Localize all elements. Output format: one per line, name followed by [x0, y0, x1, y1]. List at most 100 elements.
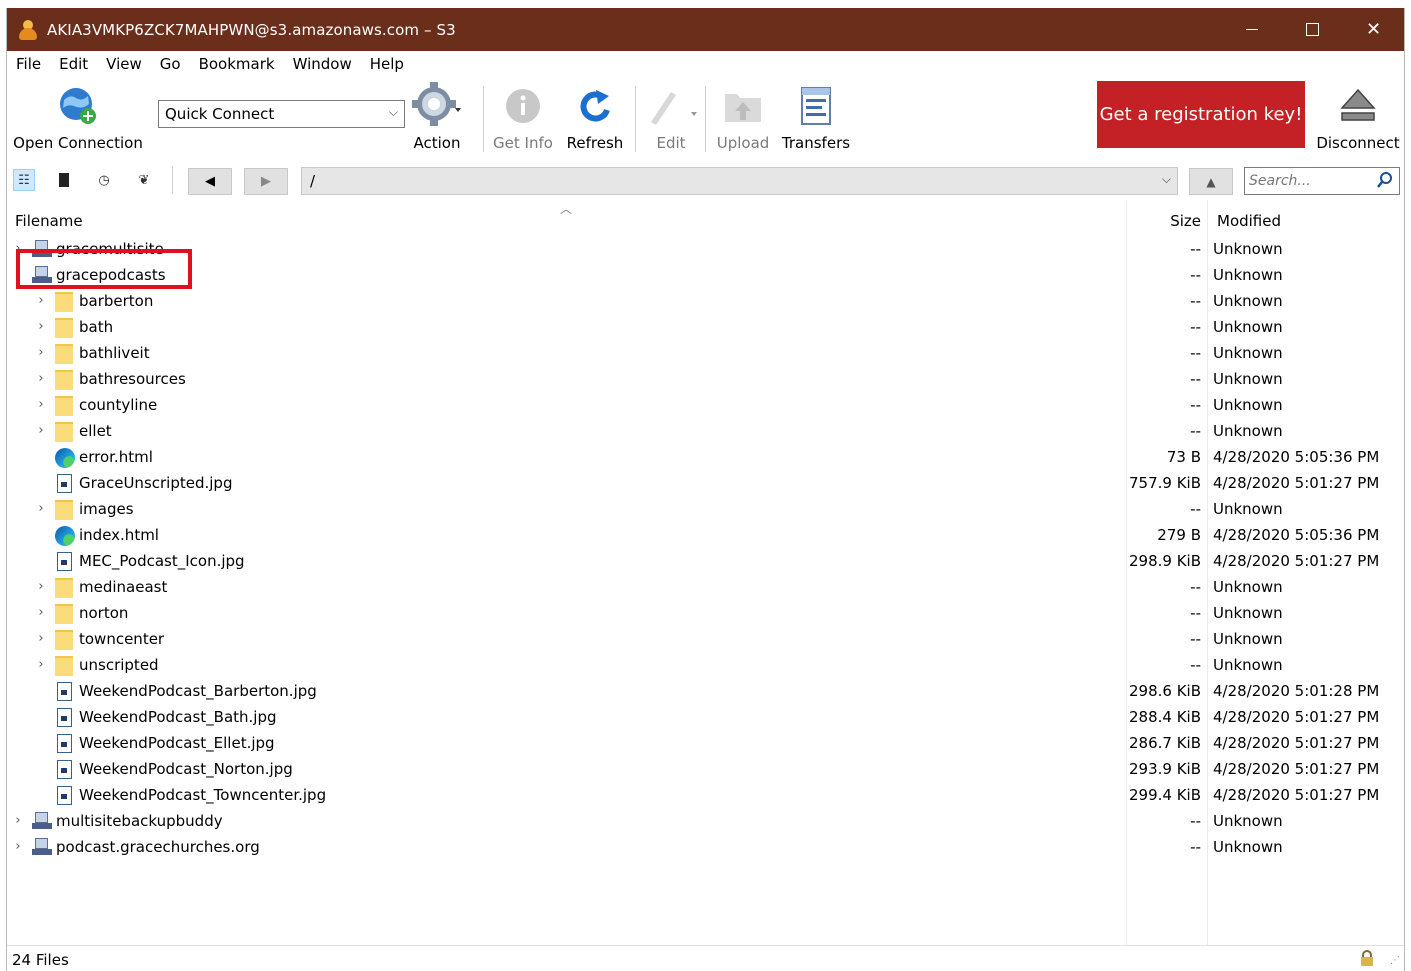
file-row[interactable]: › images -- Unknown	[7, 497, 1404, 523]
resize-grip-icon[interactable]: ⋰	[1390, 955, 1400, 966]
file-name: multisitebackupbuddy	[56, 812, 223, 830]
maximize-button[interactable]	[1282, 8, 1343, 51]
file-row[interactable]: WeekendPodcast_Towncenter.jpg 299.4 KiB 4/…	[7, 783, 1404, 809]
file-name: WeekendPodcast_Towncenter.jpg	[79, 786, 327, 804]
file-row[interactable]: › gracemultisite -- Unknown	[7, 237, 1404, 263]
file-size: 73 B	[1166, 448, 1201, 466]
menu-edit[interactable]: Edit	[50, 55, 97, 73]
folder-icon	[55, 500, 75, 520]
column-filename[interactable]: Filename	[15, 212, 83, 230]
file-name: podcast.gracechurches.org	[56, 838, 260, 856]
file-size: 288.4 KiB	[1128, 708, 1201, 726]
file-row[interactable]: › barberton -- Unknown	[7, 289, 1404, 315]
expand-chevron-icon[interactable]: ›	[12, 839, 24, 854]
bucket-icon	[32, 812, 52, 832]
action-button[interactable]: Action	[407, 80, 467, 152]
expand-chevron-icon[interactable]: ›	[35, 397, 47, 412]
toolbar-separator	[635, 86, 636, 152]
transfers-button[interactable]: Transfers	[781, 80, 851, 152]
image-file-icon	[55, 786, 75, 806]
file-row[interactable]: › bathresources -- Unknown	[7, 367, 1404, 393]
column-size[interactable]: Size	[1127, 212, 1201, 230]
file-modified: Unknown	[1213, 500, 1283, 518]
edit-button[interactable]: Edit	[639, 80, 703, 152]
expand-chevron-icon[interactable]: ›	[35, 371, 47, 386]
registration-key-button[interactable]: Get a registration key!	[1097, 81, 1305, 148]
file-row[interactable]: error.html 73 B 4/28/2020 5:05:36 PM	[7, 445, 1404, 471]
bookmarks-toggle[interactable]	[53, 169, 75, 191]
expand-chevron-icon[interactable]: ›	[35, 631, 47, 646]
refresh-button[interactable]: Refresh	[563, 80, 627, 152]
file-row[interactable]: › unscripted -- Unknown	[7, 653, 1404, 679]
expand-chevron-icon[interactable]: ›	[35, 605, 47, 620]
file-row[interactable]: › towncenter -- Unknown	[7, 627, 1404, 653]
upload-button[interactable]: Upload	[711, 80, 775, 152]
forward-button[interactable]: ▶	[244, 168, 288, 195]
expand-chevron-icon[interactable]: ›	[12, 813, 24, 828]
eject-icon	[1340, 88, 1376, 121]
file-row[interactable]: › norton -- Unknown	[7, 601, 1404, 627]
parent-directory-button[interactable]: ▲	[1189, 168, 1233, 195]
file-modified: Unknown	[1213, 370, 1283, 388]
file-size: --	[1190, 812, 1201, 830]
expand-chevron-icon[interactable]: ›	[35, 319, 47, 334]
file-name: WeekendPodcast_Ellet.jpg	[79, 734, 275, 752]
file-row[interactable]: ˅ gracepodcasts -- Unknown	[7, 263, 1404, 289]
image-file-icon	[55, 474, 75, 494]
open-connection-button[interactable]: Open Connection	[9, 80, 147, 152]
file-row[interactable]: › bathliveit -- Unknown	[7, 341, 1404, 367]
file-row[interactable]: › countyline -- Unknown	[7, 393, 1404, 419]
get-info-button[interactable]: Get Info	[491, 80, 555, 152]
toolbar-separator	[705, 86, 706, 152]
menu-bookmark[interactable]: Bookmark	[190, 55, 284, 73]
file-browser: Filename ︿ Size Modified › gracemultisite…	[7, 200, 1404, 945]
image-file-icon	[55, 708, 75, 728]
file-size: --	[1190, 630, 1201, 648]
browser-view-toggle[interactable]: ☷	[13, 169, 35, 191]
file-row[interactable]: › medinaeast -- Unknown	[7, 575, 1404, 601]
file-name: images	[79, 500, 134, 518]
file-row[interactable]: WeekendPodcast_Norton.jpg 293.9 KiB 4/28/2…	[7, 757, 1404, 783]
menu-view[interactable]: View	[97, 55, 151, 73]
bucket-icon	[32, 838, 52, 858]
disconnect-button[interactable]: Disconnect	[1313, 80, 1403, 152]
back-button[interactable]: ◀	[188, 168, 232, 195]
column-modified[interactable]: Modified	[1217, 212, 1281, 230]
image-file-icon	[55, 760, 75, 780]
history-toggle[interactable]: ◷	[93, 169, 115, 191]
info-icon	[506, 89, 540, 123]
file-modified: Unknown	[1213, 838, 1283, 856]
file-row[interactable]: index.html 279 B 4/28/2020 5:05:36 PM	[7, 523, 1404, 549]
menu-go[interactable]: Go	[151, 55, 190, 73]
file-name: bath	[79, 318, 114, 336]
expand-chevron-icon[interactable]: ›	[35, 657, 47, 672]
file-row[interactable]: › podcast.gracechurches.org -- Unknown	[7, 835, 1404, 861]
file-modified: Unknown	[1213, 318, 1283, 336]
expand-chevron-icon[interactable]: ›	[35, 423, 47, 438]
file-row[interactable]: MEC_Podcast_Icon.jpg 298.9 KiB 4/28/2020 5…	[7, 549, 1404, 575]
file-row[interactable]: WeekendPodcast_Ellet.jpg 286.7 KiB 4/28/20…	[7, 731, 1404, 757]
menu-window[interactable]: Window	[284, 55, 361, 73]
path-dropdown[interactable]: / ⌵	[301, 167, 1178, 195]
file-row[interactable]: › ellet -- Unknown	[7, 419, 1404, 445]
close-button[interactable]: ✕	[1343, 8, 1404, 51]
search-input[interactable]: Search...	[1244, 167, 1400, 195]
file-row[interactable]: WeekendPodcast_Bath.jpg 288.4 KiB 4/28/202…	[7, 705, 1404, 731]
menu-help[interactable]: Help	[361, 55, 413, 73]
file-row[interactable]: › multisitebackupbuddy -- Unknown	[7, 809, 1404, 835]
file-row[interactable]: GraceUnscripted.jpg 757.9 KiB 4/28/2020 5:…	[7, 471, 1404, 497]
file-row[interactable]: WeekendPodcast_Barberton.jpg 298.6 KiB 4/2…	[7, 679, 1404, 705]
expand-chevron-icon[interactable]: ›	[35, 345, 47, 360]
file-modified: 4/28/2020 5:01:27 PM	[1213, 708, 1380, 726]
file-name: norton	[79, 604, 129, 622]
bonjour-toggle[interactable]: ❦	[133, 169, 155, 191]
expand-chevron-icon[interactable]: ›	[35, 501, 47, 516]
minimize-button[interactable]	[1221, 8, 1282, 51]
menu-file[interactable]: File	[7, 55, 50, 73]
file-modified: 4/28/2020 5:01:27 PM	[1213, 734, 1380, 752]
file-row[interactable]: › bath -- Unknown	[7, 315, 1404, 341]
quick-connect-dropdown[interactable]: Quick Connect ⌵	[158, 100, 405, 128]
expand-chevron-icon[interactable]: ›	[35, 293, 47, 308]
file-modified: 4/28/2020 5:05:36 PM	[1213, 448, 1380, 466]
expand-chevron-icon[interactable]: ›	[35, 579, 47, 594]
